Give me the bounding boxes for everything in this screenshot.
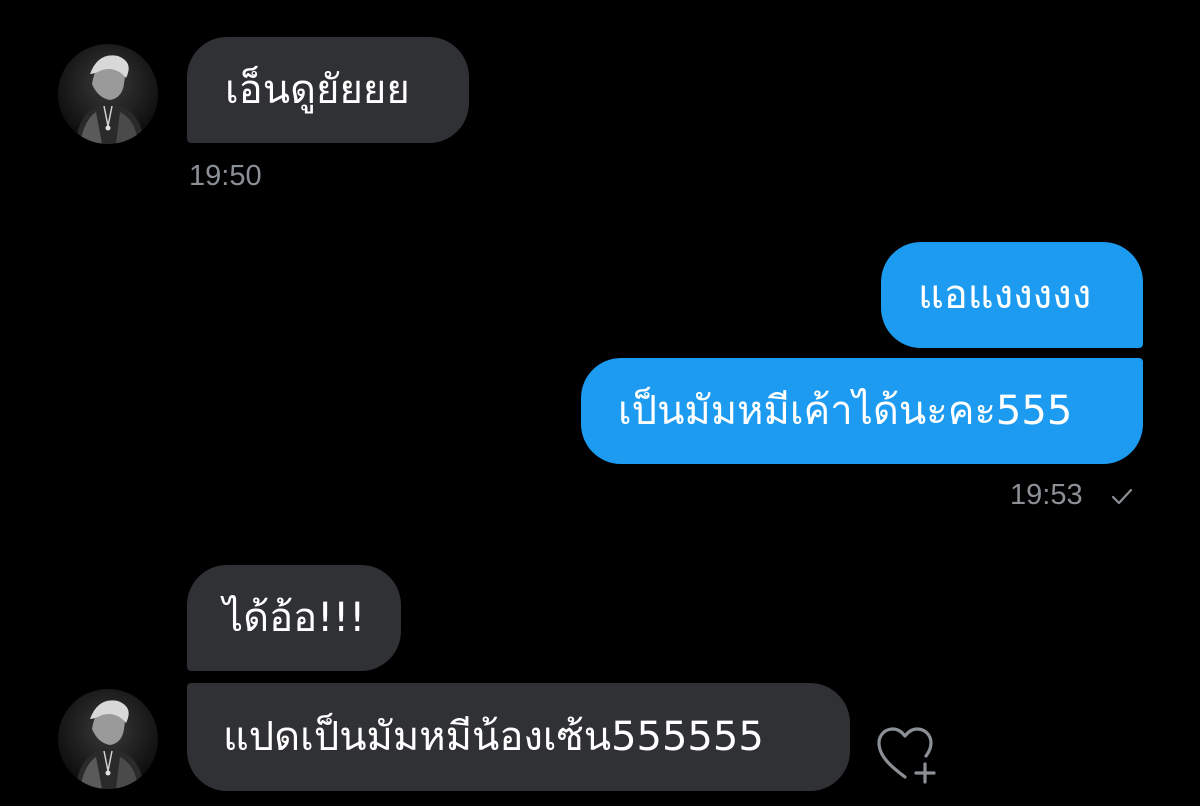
avatar-photo: [58, 44, 158, 144]
message-timestamp: 19:53: [1010, 479, 1083, 511]
message-text: เป็นมัมหมีเค้าได้นะคะ555: [618, 388, 1073, 434]
message-bubble-outgoing[interactable]: เป็นมัมหมีเค้าได้นะคะ555: [581, 358, 1143, 464]
message-text: เอ็นดูยัยยย: [225, 67, 410, 113]
message-bubble-outgoing[interactable]: แอแงงงงง: [881, 242, 1143, 348]
avatar-photo: [58, 689, 158, 789]
message-bubble-incoming[interactable]: แปดเป็นมัมหมีน้องเซ้น555555: [187, 683, 850, 791]
message-bubble-incoming[interactable]: ได้อ้อ!!!: [187, 565, 401, 671]
contact-avatar[interactable]: [58, 44, 158, 144]
message-timestamp: 19:50: [189, 160, 262, 192]
message-bubble-incoming[interactable]: เอ็นดูยัยยย: [187, 37, 469, 143]
checkmark-icon: [1111, 488, 1133, 505]
heart-plus-icon[interactable]: [875, 724, 939, 788]
message-text: แอแงงงงง: [918, 272, 1092, 318]
contact-avatar[interactable]: [58, 689, 158, 789]
message-text: แปดเป็นมัมหมีน้องเซ้น555555: [223, 714, 764, 760]
message-text: ได้อ้อ!!!: [223, 595, 366, 641]
